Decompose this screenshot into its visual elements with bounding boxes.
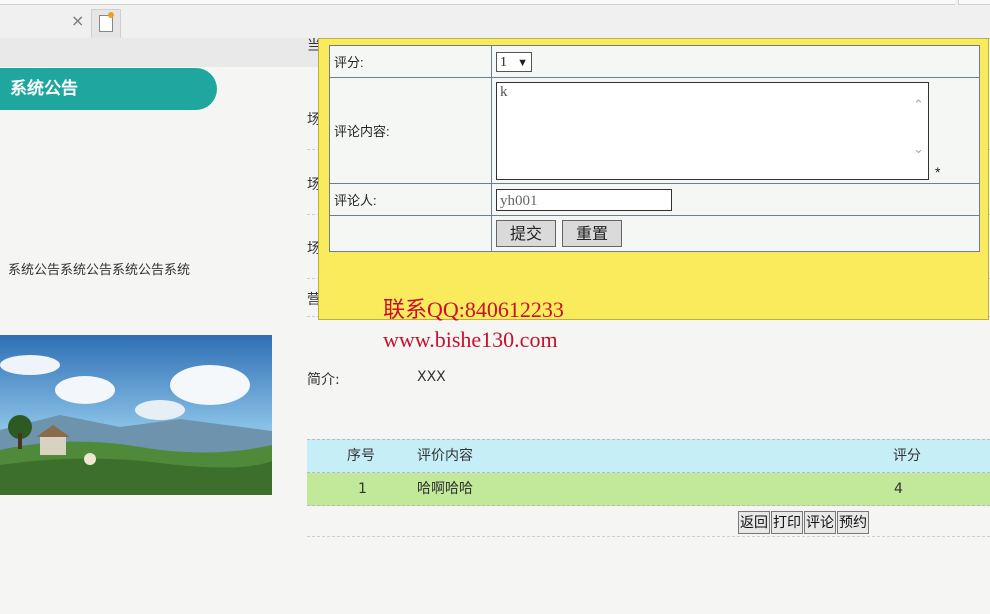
divider: [307, 536, 990, 537]
reviewer-label: 评论人:: [329, 183, 492, 216]
comment-popup: 评分: 1 ▼ 评论内容: k ⌃ ⌄ * 评论人: yh001 提交 重置: [318, 38, 989, 320]
content-textarea[interactable]: k ⌃ ⌄: [496, 81, 929, 180]
address-bar-edge: [0, 0, 955, 5]
toolbar-button-edge: [958, 0, 990, 5]
chevron-down-icon: ▼: [517, 56, 528, 69]
notice-text: 系统公告系统公告系统公告系统: [8, 263, 191, 278]
action-buttons: 返回 打印 评论 预约: [738, 511, 870, 534]
new-tab-button[interactable]: [91, 9, 121, 38]
table-row: 1 哈啊哈哈 4: [307, 473, 990, 506]
header-score: 评分: [893, 448, 921, 464]
required-mark: *: [935, 163, 941, 180]
watermark-qq: 联系QQ:840612233: [383, 297, 564, 322]
header-no: 序号: [347, 448, 375, 464]
score-select-value: 1: [500, 54, 507, 70]
browser-tab-strip: ×: [0, 0, 990, 39]
reviewer-input[interactable]: yh001: [496, 188, 672, 211]
notice-section-title: 系统公告: [0, 68, 217, 110]
review-table: 序号 评价内容 评分 1 哈啊哈哈 4: [307, 439, 990, 506]
score-select[interactable]: 1 ▼: [496, 51, 532, 72]
print-button[interactable]: 打印: [771, 511, 803, 534]
sidebar-top-bar: [0, 38, 318, 67]
row-no: 1: [358, 481, 367, 497]
back-button[interactable]: 返回: [738, 511, 770, 534]
score-label: 评分:: [329, 45, 492, 78]
content-textarea-value: k: [500, 83, 508, 100]
scroll-up-icon[interactable]: ⌃: [913, 97, 924, 113]
scroll-down-icon[interactable]: ⌄: [913, 141, 924, 157]
intro-value: XXX: [417, 369, 446, 385]
comment-button[interactable]: 评论: [804, 511, 836, 534]
review-table-header: 序号 评价内容 评分: [307, 439, 990, 473]
row-score: 4: [894, 481, 903, 497]
header-content: 评价内容: [417, 448, 473, 464]
reserve-button[interactable]: 预约: [837, 511, 869, 534]
reset-button[interactable]: 重置: [562, 220, 623, 247]
submit-button[interactable]: 提交: [496, 220, 557, 247]
comment-form: 评分: 1 ▼ 评论内容: k ⌃ ⌄ * 评论人: yh001 提交 重置: [329, 45, 980, 252]
empty-cell: [329, 215, 492, 252]
row-content: 哈啊哈哈: [417, 481, 473, 497]
watermark-url: www.bishe130.com: [383, 327, 558, 352]
tab-close-icon[interactable]: ×: [71, 11, 84, 31]
intro-label: 简介:: [307, 372, 340, 388]
scenery-image: [0, 335, 272, 495]
new-tab-sparkle-icon: [108, 12, 114, 18]
content-label: 评论内容:: [329, 77, 492, 184]
